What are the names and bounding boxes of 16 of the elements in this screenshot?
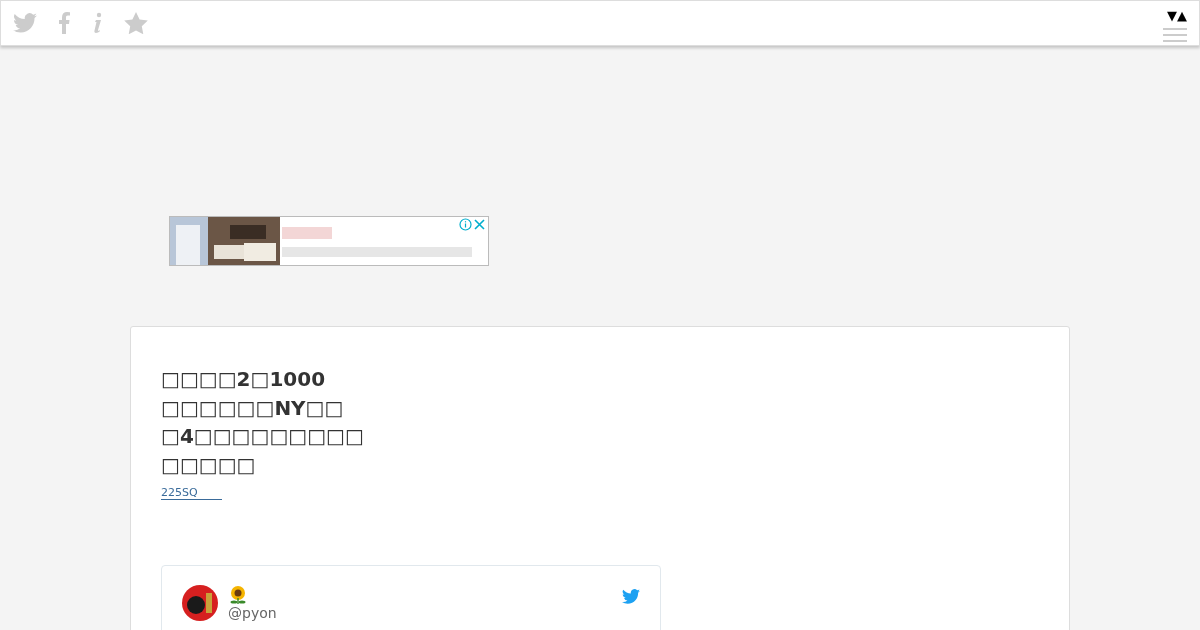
- facebook-icon[interactable]: [58, 12, 70, 34]
- tweet-handle[interactable]: @pyon: [228, 605, 277, 621]
- close-icon[interactable]: [474, 219, 485, 230]
- info-icon[interactable]: [459, 218, 472, 231]
- article-title-line: □□□□2□1000: [161, 366, 326, 393]
- star-icon[interactable]: [124, 12, 148, 34]
- avatar: [182, 585, 218, 621]
- article-title-line: □□□□□: [161, 451, 256, 479]
- sunflower-icon: [228, 585, 248, 605]
- twitter-bird-icon[interactable]: [622, 589, 640, 604]
- article-title-line: □□□□□□NY□□: [161, 394, 344, 422]
- menu-icon[interactable]: [1163, 27, 1187, 43]
- article-title-line: □4□□□□□□□□□: [161, 423, 364, 450]
- source-link[interactable]: 225SQ: [161, 486, 222, 500]
- toggle-arrows[interactable]: ▼▲: [1167, 9, 1187, 23]
- twitter-bird-icon[interactable]: [13, 13, 37, 33]
